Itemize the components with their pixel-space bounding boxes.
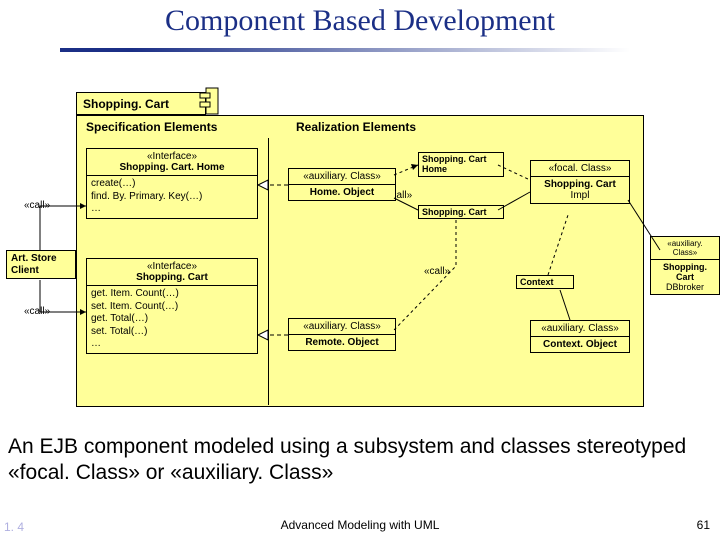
ctxobj-stereo: «auxiliary. Class»	[531, 321, 629, 337]
dbbroker-l1: Shopping. Cart	[655, 262, 715, 282]
remoteobject-box: «auxiliary. Class» Remote. Object	[288, 318, 396, 351]
shoppingcart-small-box: Shopping. Cart	[418, 205, 504, 219]
homeobject-box: «auxiliary. Class» Home. Object	[288, 168, 396, 201]
schome-l1: Shopping. Cart	[422, 154, 500, 164]
iface1-stereo: «Interface»	[91, 151, 253, 162]
iface1-op3: …	[91, 203, 253, 216]
artstore-line1: Art. Store	[11, 253, 71, 265]
title-underline	[60, 48, 660, 52]
contextobject-box: «auxiliary. Class» Context. Object	[530, 320, 630, 353]
footer-right: 61	[697, 518, 710, 532]
context-box: Context	[516, 275, 574, 289]
call-label-1: «call»	[24, 200, 50, 211]
scimpl-l1: Shopping. Cart	[535, 179, 625, 190]
sc-small-name: Shopping. Cart	[422, 207, 487, 217]
dbbroker-box: «auxiliary. Class» Shopping. Cart DBbrok…	[650, 236, 720, 295]
iface2-op2: set. Item. Count(…)	[91, 301, 253, 314]
page-title: Component Based Development	[0, 4, 720, 38]
dbbroker-stereo: «auxiliary. Class»	[651, 237, 719, 260]
section-divider	[268, 138, 269, 405]
caption-text: An EJB component modeled using a subsyst…	[8, 434, 712, 487]
remoteobject-stereo: «auxiliary. Class»	[289, 319, 395, 335]
ctxobj-name: Context. Object	[531, 337, 629, 352]
scimpl-l2: Impl	[535, 190, 625, 201]
call-label-2: «call»	[24, 306, 50, 317]
homeobject-name: Home. Object	[289, 185, 395, 200]
remoteobject-name: Remote. Object	[289, 335, 395, 350]
interface-shoppingcarthome: «Interface» Shopping. Cart. Home create(…	[86, 148, 258, 219]
iface2-op4: set. Total(…)	[91, 326, 253, 339]
iface1-name: Shopping. Cart. Home	[91, 162, 253, 173]
dbbroker-l2: DBbroker	[655, 282, 715, 292]
iface2-op1: get. Item. Count(…)	[91, 288, 253, 301]
iface1-op2: find. By. Primary. Key(…)	[91, 191, 253, 204]
iface2-op5: …	[91, 338, 253, 351]
artstore-line2: Client	[11, 265, 71, 277]
iface2-name: Shopping. Cart	[91, 272, 253, 283]
homeobject-stereo: «auxiliary. Class»	[289, 169, 395, 185]
scimpl-stereo: «focal. Class»	[531, 161, 629, 177]
iface2-stereo: «Interface»	[91, 261, 253, 272]
spec-heading: Specification Elements	[86, 120, 217, 134]
artstore-client-box: Art. Store Client	[6, 250, 76, 279]
call-label-4: «call»	[424, 266, 450, 277]
shoppingcartimpl-box: «focal. Class» Shopping. Cart Impl	[530, 160, 630, 204]
component-tab: Shopping. Cart	[76, 92, 206, 115]
iface1-op1: create(…)	[91, 178, 253, 191]
interface-shoppingcart: «Interface» Shopping. Cart get. Item. Co…	[86, 258, 258, 354]
footer-center: Advanced Modeling with UML	[0, 518, 720, 532]
iface2-op3: get. Total(…)	[91, 313, 253, 326]
real-heading: Realization Elements	[296, 120, 416, 134]
context-label: Context	[520, 277, 554, 287]
schome-l2: Home	[422, 164, 500, 174]
component-icon	[198, 86, 222, 116]
component-tab-label: Shopping. Cart	[83, 97, 169, 111]
shoppingcart-home-box: Shopping. Cart Home	[418, 152, 504, 177]
